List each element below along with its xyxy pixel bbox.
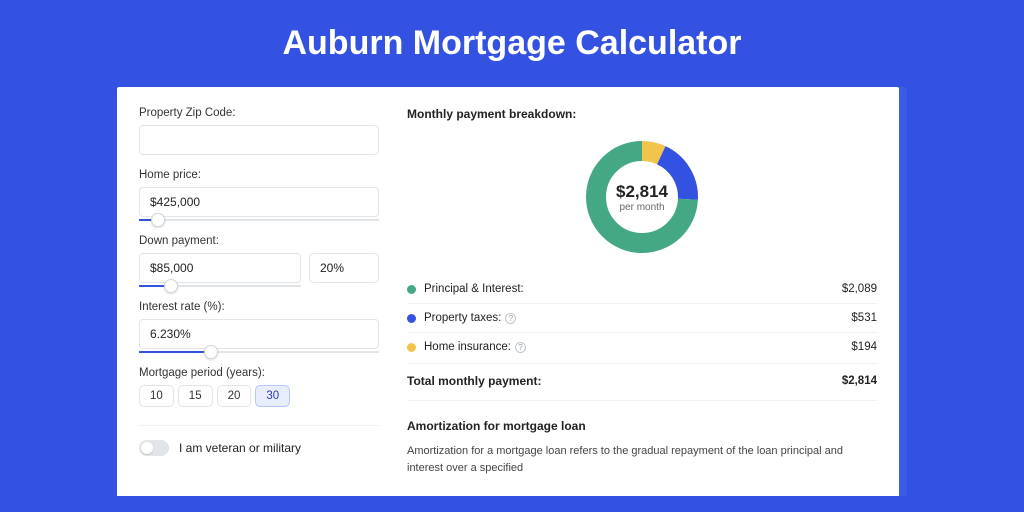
- breakdown-panel: Monthly payment breakdown: $2,814 per mo…: [407, 107, 877, 476]
- mortgage-period-field: Mortgage period (years): 10152030: [139, 367, 379, 407]
- period-option-15[interactable]: 15: [178, 385, 213, 407]
- period-option-30[interactable]: 30: [255, 385, 290, 407]
- home-price-input[interactable]: [139, 187, 379, 217]
- legend-swatch-icon: [407, 343, 416, 352]
- amortization-title: Amortization for mortgage loan: [407, 419, 877, 433]
- slider-thumb-icon[interactable]: [204, 345, 218, 359]
- legend-value: $2,089: [842, 283, 877, 295]
- legend-swatch-icon: [407, 285, 416, 294]
- legend-label: Property taxes: ?: [424, 312, 851, 324]
- interest-rate-input[interactable]: [139, 319, 379, 349]
- donut-center-sub: per month: [619, 202, 664, 213]
- period-options: 10152030: [139, 385, 379, 407]
- veteran-toggle[interactable]: [139, 440, 169, 456]
- amortization-body: Amortization for a mortgage loan refers …: [407, 443, 877, 476]
- down-payment-field: Down payment:: [139, 235, 379, 287]
- total-value: $2,814: [842, 375, 877, 387]
- mortgage-period-label: Mortgage period (years):: [139, 367, 379, 379]
- card-outer: Property Zip Code: Home price: Down paym…: [117, 87, 907, 496]
- interest-rate-slider[interactable]: [139, 351, 379, 353]
- down-payment-label: Down payment:: [139, 235, 379, 247]
- legend-value: $194: [851, 341, 877, 353]
- donut-center: $2,814 per month: [582, 137, 702, 257]
- down-payment-slider[interactable]: [139, 285, 301, 287]
- info-icon[interactable]: ?: [515, 342, 526, 353]
- page-title: Auburn Mortgage Calculator: [0, 24, 1024, 63]
- legend-row: Principal & Interest:$2,089: [407, 275, 877, 304]
- total-label: Total monthly payment:: [407, 374, 842, 388]
- period-option-10[interactable]: 10: [139, 385, 174, 407]
- amortization-section: Amortization for mortgage loan Amortizat…: [407, 419, 877, 476]
- breakdown-title: Monthly payment breakdown:: [407, 107, 877, 121]
- veteran-row: I am veteran or military: [139, 425, 379, 456]
- down-payment-percent-input[interactable]: [309, 253, 379, 283]
- legend-row: Property taxes: ?$531: [407, 304, 877, 333]
- veteran-label: I am veteran or military: [179, 441, 301, 455]
- info-icon[interactable]: ?: [505, 313, 516, 324]
- donut-wrap: $2,814 per month: [407, 129, 877, 275]
- zip-field: Property Zip Code:: [139, 107, 379, 155]
- slider-thumb-icon[interactable]: [151, 213, 165, 227]
- legend: Principal & Interest:$2,089Property taxe…: [407, 275, 877, 361]
- form-panel: Property Zip Code: Home price: Down paym…: [139, 107, 379, 476]
- interest-rate-label: Interest rate (%):: [139, 301, 379, 313]
- zip-label: Property Zip Code:: [139, 107, 379, 119]
- interest-rate-field: Interest rate (%):: [139, 301, 379, 353]
- zip-input[interactable]: [139, 125, 379, 155]
- legend-swatch-icon: [407, 314, 416, 323]
- home-price-label: Home price:: [139, 169, 379, 181]
- legend-label: Home insurance: ?: [424, 341, 851, 353]
- hero: Auburn Mortgage Calculator: [0, 0, 1024, 87]
- legend-row: Home insurance: ?$194: [407, 333, 877, 361]
- legend-label: Principal & Interest:: [424, 283, 842, 295]
- down-payment-amount-input[interactable]: [139, 253, 301, 283]
- calculator-card: Property Zip Code: Home price: Down paym…: [117, 87, 899, 496]
- total-row: Total monthly payment: $2,814: [407, 363, 877, 401]
- donut-center-value: $2,814: [616, 182, 668, 202]
- period-option-20[interactable]: 20: [217, 385, 252, 407]
- home-price-field: Home price:: [139, 169, 379, 221]
- legend-value: $531: [851, 312, 877, 324]
- slider-thumb-icon[interactable]: [164, 279, 178, 293]
- payment-donut-chart: $2,814 per month: [582, 137, 702, 257]
- home-price-slider[interactable]: [139, 219, 379, 221]
